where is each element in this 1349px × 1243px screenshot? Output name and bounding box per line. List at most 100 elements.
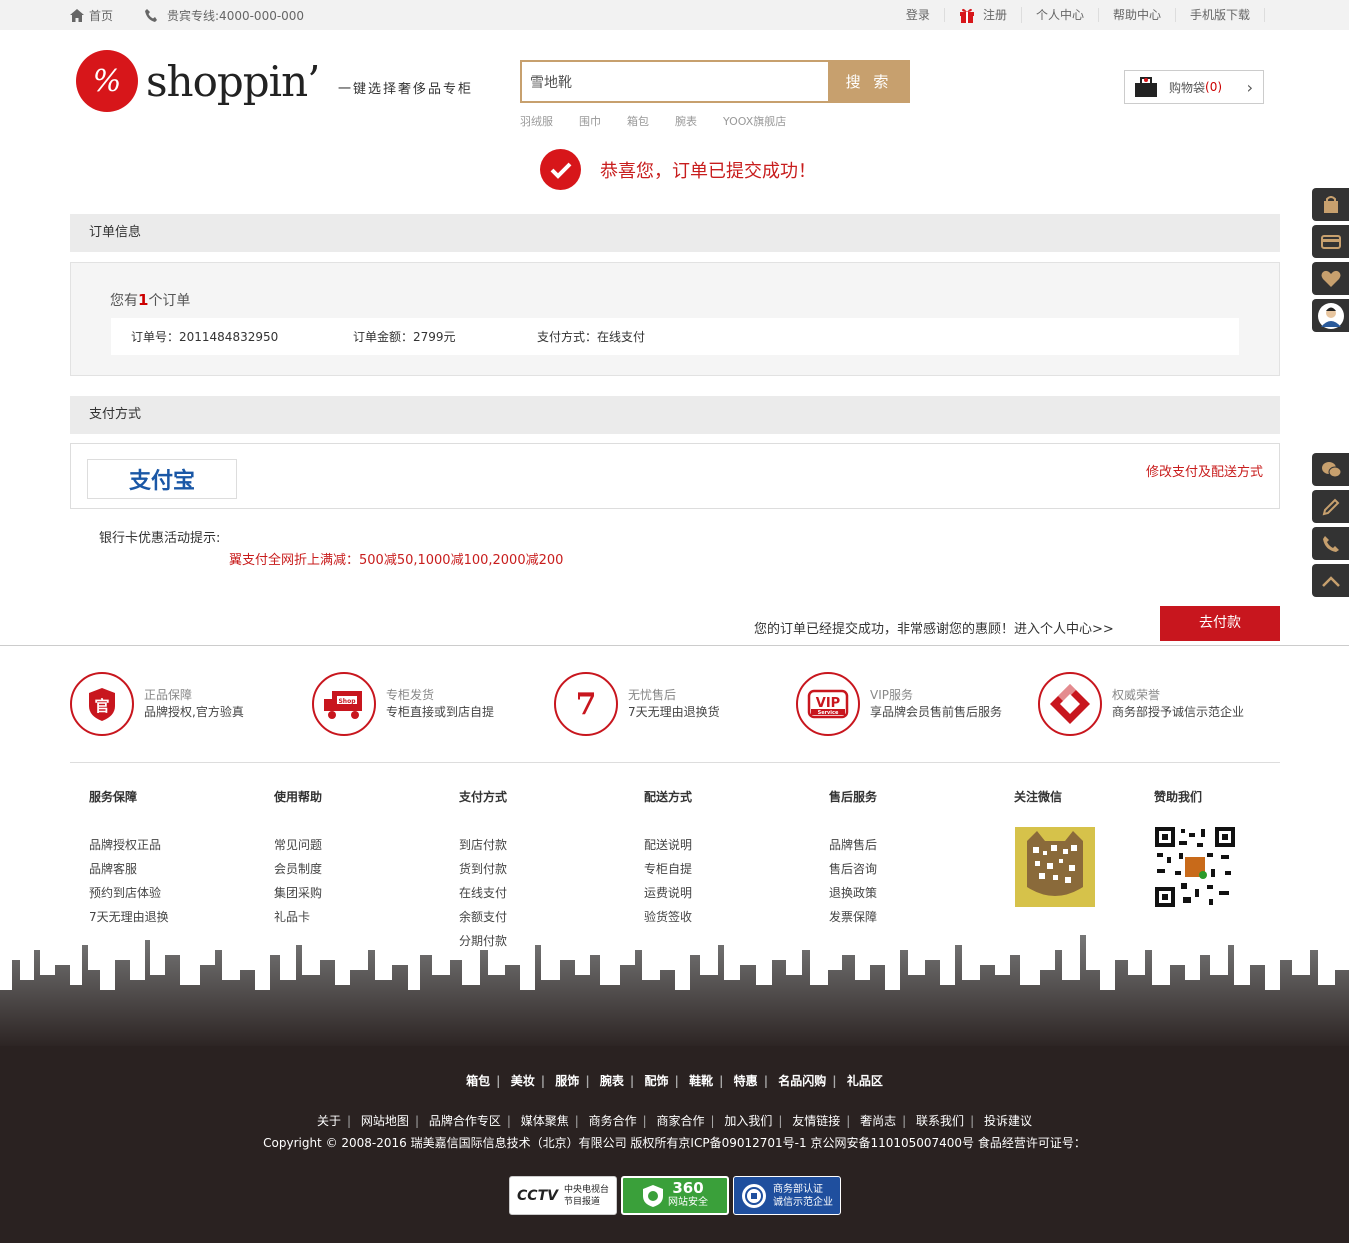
footer-link[interactable]: 服饰 — [555, 1074, 579, 1088]
footer-link[interactable]: 品牌授权正品 — [89, 833, 169, 857]
footer-link[interactable]: 退换政策 — [829, 881, 877, 905]
sidebar-cart-button[interactable] — [1312, 188, 1349, 221]
mofcom-badge[interactable]: 商务部认证 诚信示范企业 — [733, 1176, 841, 1215]
footer-link[interactable]: 商家合作 — [656, 1114, 704, 1128]
sidebar-feedback-button[interactable] — [1312, 490, 1349, 523]
order-pay-method: 支付方式：在线支付 — [537, 330, 646, 344]
footer-link[interactable]: 友情链接 — [792, 1114, 840, 1128]
footer-link[interactable]: 会员制度 — [274, 857, 322, 881]
mobile-link[interactable]: 手机版下载 — [1176, 8, 1265, 22]
home-link[interactable]: 首页 — [70, 7, 113, 24]
hot-keyword[interactable]: 围巾 — [579, 113, 601, 129]
sidebar-chat-button[interactable] — [1312, 453, 1349, 486]
footer-link[interactable]: 余额支付 — [459, 905, 507, 929]
footer-column: 支付方式 到店付款 货到付款 在线支付 余额支付 分期付款 — [459, 788, 507, 953]
copyright: Copyright © 2008-2016 瑞美嘉信国际信息技术（北京）有限公司… — [263, 1136, 1086, 1150]
hot-keyword[interactable]: 箱包 — [627, 113, 649, 129]
alipay-logo[interactable]: 支付宝 — [87, 459, 237, 499]
hot-keyword[interactable]: 腕表 — [675, 113, 697, 129]
order-row: 订单号：2011484832950 订单金额：2799元 支付方式：在线支付 — [111, 318, 1239, 355]
right-sidebar-bottom — [1312, 453, 1349, 601]
success-message: 恭喜您，订单已提交成功！ — [600, 160, 816, 182]
slogan: 一键选择奢侈品专柜 — [338, 82, 474, 97]
footer-link[interactable]: 到店付款 — [459, 833, 507, 857]
sidebar-avatar-button[interactable] — [1312, 299, 1349, 332]
footer-link[interactable]: 品牌售后 — [829, 833, 877, 857]
logo[interactable]: % shoppin’ — [76, 50, 320, 112]
footer-link[interactable]: 售后咨询 — [829, 857, 877, 881]
user-center-link[interactable]: 个人中心 — [1022, 8, 1099, 22]
footer-link[interactable]: 品牌客服 — [89, 857, 169, 881]
help-link[interactable]: 帮助中心 — [1099, 8, 1176, 22]
register-link[interactable]: 注册 — [945, 7, 1022, 23]
svg-text:VIP: VIP — [816, 696, 840, 711]
cart-count: 0 — [1209, 80, 1218, 94]
right-sidebar-top — [1312, 188, 1349, 336]
footer-link[interactable]: 联系我们 — [916, 1114, 964, 1128]
footer-link[interactable]: 配饰 — [644, 1074, 668, 1088]
footer-link[interactable]: 礼品卡 — [274, 905, 322, 929]
footer-link[interactable]: 7天无理由退换 — [89, 905, 169, 929]
sidebar-favorites-button[interactable] — [1312, 262, 1349, 295]
footer-link[interactable]: 验货签收 — [644, 905, 692, 929]
search-button[interactable]: 搜 索 — [828, 60, 910, 103]
footer-link[interactable]: 预约到店体验 — [89, 881, 169, 905]
gift-icon — [959, 8, 974, 23]
footer-link[interactable]: 品牌合作专区 — [429, 1114, 501, 1128]
footer-link[interactable]: 奢尚志 — [860, 1114, 896, 1128]
login-link[interactable]: 登录 — [892, 8, 945, 22]
info-links: 关于 | 网站地图 | 品牌合作专区 | 媒体聚焦 | 商务合作 | 商家合作 | 加入我们… — [317, 1114, 1032, 1128]
footer-link[interactable]: 名品闪购 — [778, 1074, 826, 1088]
footer-link[interactable]: 常见问题 — [274, 833, 322, 857]
shield-icon — [643, 1184, 663, 1207]
logo-mark: % — [76, 50, 138, 112]
footer-link[interactable]: 媒体聚焦 — [521, 1114, 569, 1128]
footer-column: 服务保障 品牌授权正品 品牌客服 预约到店体验 7天无理由退换 — [89, 788, 169, 929]
footer-link[interactable]: 箱包 — [466, 1074, 490, 1088]
emblem-icon — [742, 1183, 766, 1208]
back-to-top-button[interactable] — [1312, 564, 1349, 597]
footer-link[interactable]: 运费说明 — [644, 881, 692, 905]
footer-link[interactable]: 加入我们 — [724, 1114, 772, 1128]
footer-link[interactable]: 网站地图 — [361, 1114, 409, 1128]
footer-link[interactable]: 货到付款 — [459, 857, 507, 881]
footer-link[interactable]: 礼品区 — [847, 1074, 883, 1088]
search-input[interactable] — [520, 60, 828, 103]
footer-link[interactable]: 特惠 — [734, 1074, 758, 1088]
chat-icon — [1321, 461, 1341, 477]
wechat-qr-code — [1015, 827, 1095, 907]
footer-link[interactable]: 集团采购 — [274, 881, 322, 905]
hot-keyword[interactable]: YOOX旗舰店 — [723, 113, 786, 129]
footer-link[interactable]: 鞋靴 — [689, 1074, 713, 1088]
chevron-up-icon — [1321, 575, 1340, 587]
promo-detail[interactable]: 翼支付全网折上满减：500减50,1000减100,2000减200 — [229, 549, 563, 568]
360-security-badge[interactable]: 360 网站安全 — [621, 1176, 729, 1215]
check-icon — [540, 149, 581, 190]
phone-icon — [145, 9, 158, 22]
footer-link[interactable]: 商务合作 — [589, 1114, 637, 1128]
pay-button[interactable]: 去付款 — [1160, 606, 1280, 641]
footer-link[interactable]: 投诉建议 — [984, 1114, 1032, 1128]
feature-item: Shop 专柜发货 专柜直接或到店自提 — [312, 672, 494, 736]
footer-link[interactable]: 发票保障 — [829, 905, 877, 929]
shopping-bag-icon — [1135, 77, 1157, 97]
footer-link[interactable]: 配送说明 — [644, 833, 692, 857]
sidebar-phone-button[interactable] — [1312, 527, 1349, 560]
footer-link[interactable]: 腕表 — [600, 1074, 624, 1088]
cart-button[interactable]: 购物袋(0) › — [1124, 70, 1264, 104]
footer-link[interactable]: 关于 — [317, 1114, 341, 1128]
cctv-badge[interactable]: CCTV 中央电视台 节目报道 — [509, 1176, 617, 1215]
vip-icon: VIP Service — [796, 672, 860, 736]
modify-payment-link[interactable]: 修改支付及配送方式 — [1146, 461, 1263, 480]
trust-badges: CCTV 中央电视台 节目报道 360 网站安全 商务部认证 诚信示范企业 — [509, 1176, 845, 1215]
footer-link[interactable]: 在线支付 — [459, 881, 507, 905]
order-section-title: 订单信息 — [70, 214, 1280, 252]
footer-link[interactable]: 专柜自提 — [644, 857, 692, 881]
footer-link[interactable]: 美妆 — [511, 1074, 535, 1088]
register-label: 注册 — [982, 8, 1007, 22]
sponsor-qr-code — [1155, 827, 1235, 907]
hot-keyword[interactable]: 羽绒服 — [520, 113, 553, 129]
chevron-right-icon: › — [1246, 78, 1253, 97]
confirm-text[interactable]: 您的订单已经提交成功，非常感谢您的惠顾！进入个人中心>> — [754, 618, 1114, 637]
sidebar-card-button[interactable] — [1312, 225, 1349, 258]
